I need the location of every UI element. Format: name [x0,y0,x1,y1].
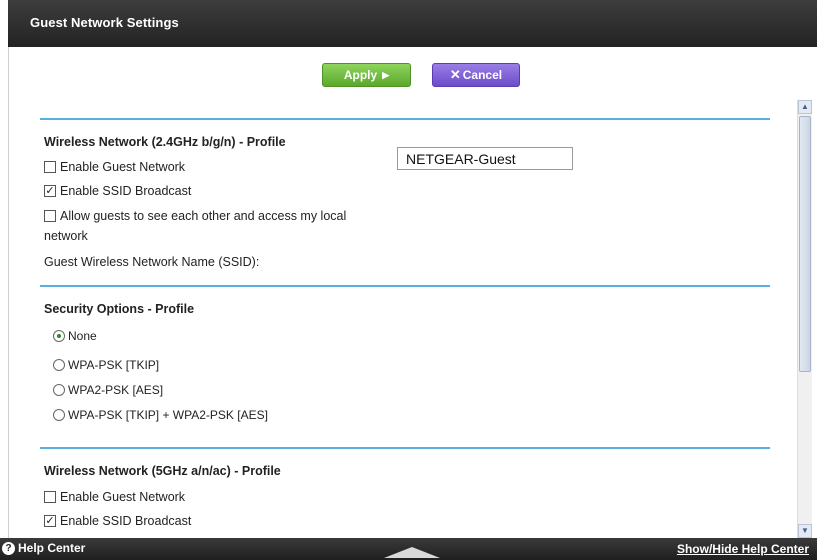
enable-guest-network-24-checkbox[interactable]: Enable Guest Network [44,160,185,174]
radio-selected-icon[interactable] [53,330,65,342]
settings-content[interactable]: Wireless Network (2.4GHz b/g/n) - Profil… [8,100,790,538]
section-divider [40,118,770,120]
help-question-icon: ? [2,541,15,555]
router-settings-page: Guest Network Settings Apply ▶ ✕ Cancel … [0,0,817,560]
radio-unselected-icon[interactable] [53,359,65,371]
enable-guest-network-24-label: Enable Guest Network [60,160,186,174]
scroll-down-icon[interactable]: ▼ [798,524,812,538]
vertical-scrollbar[interactable]: ▲ ▼ [797,100,812,538]
help-center-label: Help Center [18,541,86,555]
play-arrow-icon: ▶ [382,69,390,80]
enable-ssid-broadcast-24-checkbox[interactable]: ✓ Enable SSID Broadcast [44,184,191,198]
enable-guest-network-5-checkbox[interactable]: Enable Guest Network [44,490,185,504]
security-option-label: WPA-PSK [TKIP] + WPA2-PSK [AES] [68,408,268,422]
cancel-label: Cancel [462,68,503,82]
cancel-button[interactable]: ✕ Cancel [432,63,520,87]
security-option-wpa-psk-tkip[interactable]: WPA-PSK [TKIP] [53,358,159,372]
security-option-label: WPA-PSK [TKIP] [68,358,160,372]
scrollbar-thumb[interactable] [799,116,811,372]
checkbox-unchecked-icon[interactable] [44,491,56,503]
security-option-mixed[interactable]: WPA-PSK [TKIP] + WPA2-PSK [AES] [53,408,268,422]
allow-guests-label: Allow guests to see each other and acces… [60,209,347,223]
help-center-bar: ? Help Center Show/Hide Help Center [0,538,817,560]
apply-button[interactable]: Apply ▶ [322,63,411,87]
security-option-none[interactable]: None [53,329,97,343]
title-bar: Guest Network Settings [8,0,817,47]
enable-ssid-broadcast-5-checkbox[interactable]: ✓ Enable SSID Broadcast [44,514,191,528]
guest-ssid-input[interactable] [397,147,573,170]
enable-ssid-broadcast-5-label: Enable SSID Broadcast [60,514,192,528]
scroll-up-icon[interactable]: ▲ [798,100,812,114]
checkbox-unchecked-icon[interactable] [44,210,56,222]
page-title: Guest Network Settings [30,15,179,30]
expand-arrow-icon[interactable] [384,547,440,558]
security-option-label: WPA2-PSK [AES] [68,383,164,397]
section-divider [40,447,770,449]
enable-ssid-broadcast-24-label: Enable SSID Broadcast [60,184,192,198]
show-hide-help-center-link[interactable]: Show/Hide Help Center [677,542,809,556]
section-title-24ghz: Wireless Network (2.4GHz b/g/n) - Profil… [44,135,286,149]
radio-unselected-icon[interactable] [53,384,65,396]
checkbox-checked-icon[interactable]: ✓ [44,185,56,197]
security-option-label: None [68,329,97,343]
security-option-wpa2-psk-aes[interactable]: WPA2-PSK [AES] [53,383,163,397]
ssid-label: Guest Wireless Network Name (SSID): [44,255,260,269]
section-title-security: Security Options - Profile [44,302,195,316]
radio-unselected-icon[interactable] [53,409,65,421]
close-icon: ✕ [449,67,461,82]
allow-guests-label-continued: network [44,229,88,243]
section-divider [40,285,770,287]
checkbox-unchecked-icon[interactable] [44,161,56,173]
help-center-link[interactable]: ? Help Center [2,541,85,555]
allow-guests-checkbox[interactable]: Allow guests to see each other and acces… [44,209,346,223]
enable-guest-network-5-label: Enable Guest Network [60,490,186,504]
apply-label: Apply [343,68,378,82]
checkbox-checked-icon[interactable]: ✓ [44,515,56,527]
section-title-5ghz: Wireless Network (5GHz a/n/ac) - Profile [44,464,281,478]
